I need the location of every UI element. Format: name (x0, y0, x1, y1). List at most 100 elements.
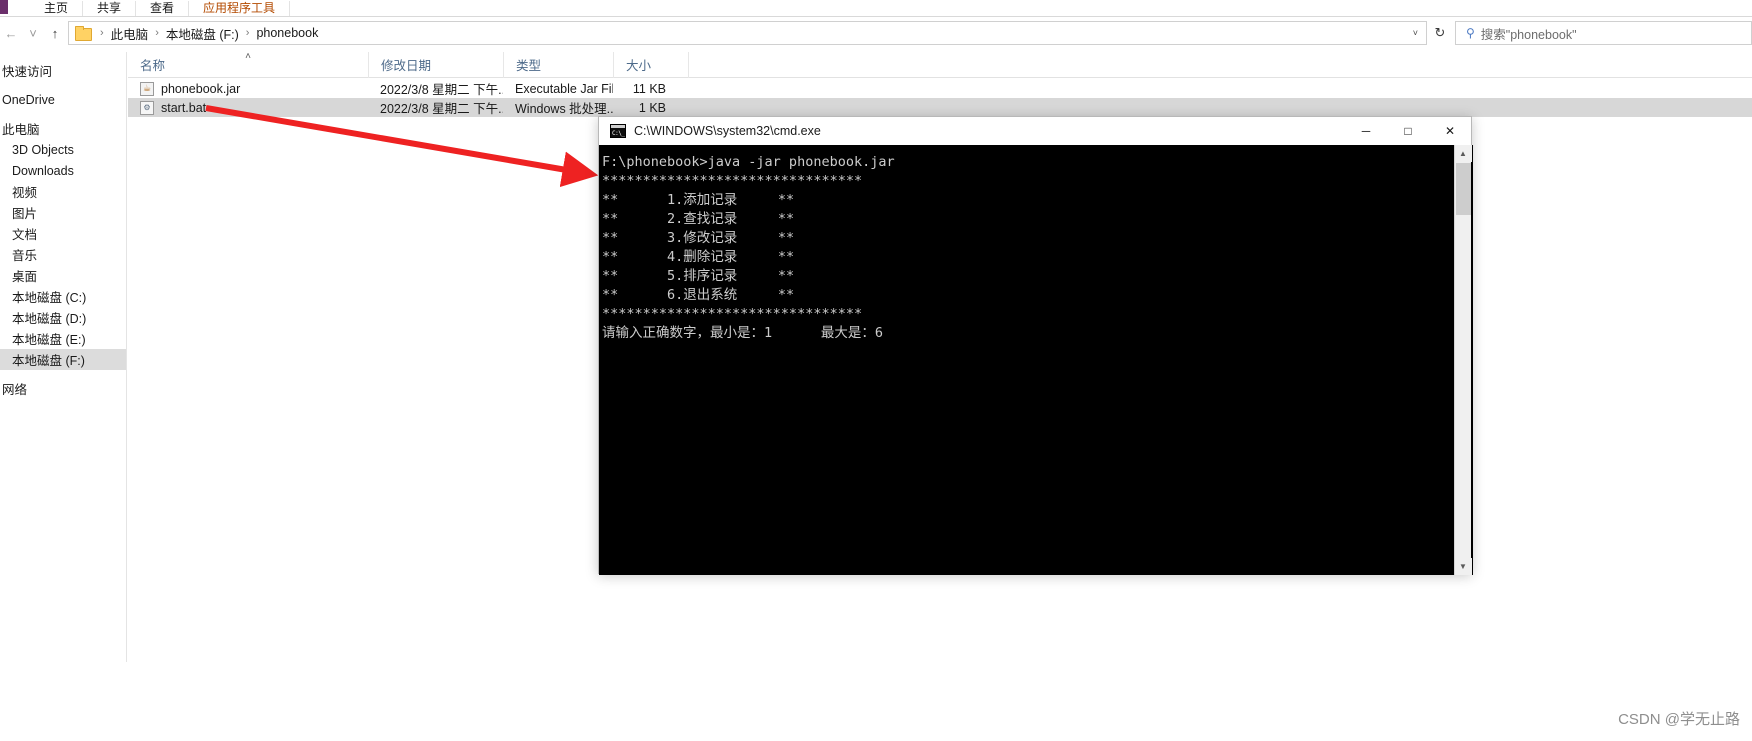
sidebar-item-label: 本地磁盘 (D:) (12, 312, 87, 326)
console-line: ** 2.查找记录 ** (602, 211, 795, 227)
sidebar-item-videos[interactable]: 视频 (0, 181, 126, 202)
console-line: 请输入正确数字，最小是：1 最大是：6 (602, 325, 884, 341)
up-button[interactable]: ↑ (44, 20, 66, 46)
breadcrumb-phonebook[interactable]: phonebook (254, 26, 320, 40)
file-name-cell[interactable]: ⚙ start.bat (128, 98, 368, 117)
ribbon-tab-share[interactable]: 共享 (83, 1, 137, 16)
minimize-button[interactable]: ─ (1345, 117, 1387, 145)
search-input[interactable]: ⚲ 搜索"phonebook" (1455, 21, 1752, 45)
column-header-name[interactable]: ˄ 名称 (128, 50, 368, 78)
sidebar-item-this-pc[interactable]: 此电脑 (0, 118, 126, 139)
console-line: ** 1.添加记录 ** (602, 192, 795, 208)
sidebar-item-onedrive[interactable]: OneDrive (0, 89, 126, 110)
sidebar-item-label: 本地磁盘 (E:) (12, 333, 86, 347)
scroll-down-button[interactable]: ▼ (1454, 558, 1472, 575)
breadcrumb-this-pc[interactable]: 此电脑 (109, 24, 151, 43)
sidebar-item-label: OneDrive (2, 92, 55, 107)
breadcrumb-separator: › (100, 27, 104, 39)
console-line: F:\phonebook>java -jar phonebook.jar (602, 154, 895, 170)
sidebar-item-3d-objects[interactable]: 3D Objects (0, 139, 126, 160)
sidebar-item-documents[interactable]: 文档 (0, 223, 126, 244)
address-bar-row: ← ˅ ↑ › 此电脑 › 本地磁盘 (F:) › phonebook ˅ ↻ … (0, 18, 1752, 48)
file-type-cell: Windows 批处理... (515, 102, 613, 116)
column-header-size-label: 大小 (626, 59, 652, 73)
sidebar-item-label: 3D Objects (12, 142, 74, 157)
scrollbar-thumb[interactable] (1456, 163, 1471, 215)
table-row[interactable]: ⚙ start.bat 2022/3/8 星期二 下午... Windows 批… (128, 98, 1752, 117)
sidebar-item-quick-access[interactable]: 快速访问 (0, 60, 126, 81)
breadcrumb-separator: › (245, 27, 250, 39)
sidebar-item-label: 网络 (2, 383, 28, 397)
file-list-column-headers: ˄ 名称 修改日期 类型 大小 (128, 50, 1752, 78)
scroll-up-button[interactable]: ▲ (1454, 145, 1472, 162)
sidebar-item-music[interactable]: 音乐 (0, 244, 126, 265)
console-line: ** 3.修改记录 ** (602, 230, 795, 246)
cmd-title-text: C:\WINDOWS\system32\cmd.exe (634, 124, 821, 138)
file-modified-cell: 2022/3/8 星期二 下午... (380, 102, 503, 116)
sidebar-item-label: 图片 (12, 207, 38, 221)
console-line: ** 4.删除记录 ** (602, 249, 795, 265)
column-header-spacer (688, 51, 888, 78)
sidebar-item-drive-d[interactable]: 本地磁盘 (D:) (0, 307, 126, 328)
ribbon-tab-strip: 主页 共享 查看 应用程序工具 (0, 0, 1752, 17)
sidebar-item-label: 此电脑 (2, 123, 40, 137)
recent-locations-button[interactable]: ˅ (22, 20, 44, 46)
cmd-console-body[interactable]: F:\phonebook>java -jar phonebook.jar ***… (599, 145, 1473, 575)
sidebar-item-drive-f[interactable]: 本地磁盘 (F:) (0, 349, 126, 370)
file-type-cell: Executable Jar File (515, 81, 613, 96)
ribbon-tab-home[interactable]: 主页 (30, 1, 84, 16)
column-header-modified[interactable]: 修改日期 (368, 51, 503, 78)
file-modified-cell: 2022/3/8 星期二 下午... (380, 83, 503, 97)
close-button[interactable]: ✕ (1429, 117, 1471, 145)
file-name-label: phonebook.jar (161, 81, 241, 96)
address-breadcrumb-bar[interactable]: › 此电脑 › 本地磁盘 (F:) › phonebook ˅ (68, 21, 1427, 45)
back-button[interactable]: ← (0, 20, 22, 46)
sidebar-item-label: 音乐 (12, 249, 38, 263)
console-line: ** 6.退出系统 ** (602, 287, 795, 303)
column-header-type[interactable]: 类型 (503, 51, 613, 78)
sidebar-item-label: 文档 (12, 228, 38, 242)
sidebar-item-label: 本地磁盘 (C:) (12, 291, 87, 305)
sidebar-item-network[interactable]: 网络 (0, 378, 126, 399)
ribbon-tab-view[interactable]: 查看 (136, 1, 190, 16)
column-header-modified-label: 修改日期 (381, 59, 432, 73)
search-icon: ⚲ (1466, 26, 1475, 40)
sidebar-item-label: 快速访问 (2, 65, 53, 79)
sort-ascending-icon: ˄ (245, 50, 251, 62)
cmd-icon-label: C:\_ (612, 130, 625, 137)
sidebar-item-drive-e[interactable]: 本地磁盘 (E:) (0, 328, 126, 349)
breadcrumb-drive-f[interactable]: 本地磁盘 (F:) (164, 24, 241, 43)
ribbon-tab-application-tools[interactable]: 应用程序工具 (189, 1, 291, 16)
file-name-label: start.bat (161, 100, 207, 115)
breadcrumb-separator: › (155, 27, 159, 39)
cmd-title-bar[interactable]: C:\_ C:\WINDOWS\system32\cmd.exe ─ □ ✕ (599, 117, 1471, 145)
ribbon-accent-bar (0, 0, 8, 14)
table-row[interactable]: ☕ phonebook.jar 2022/3/8 星期二 下午... Execu… (128, 79, 1752, 98)
sidebar-item-label: 桌面 (12, 270, 38, 284)
sidebar-item-pictures[interactable]: 图片 (0, 202, 126, 223)
search-placeholder: 搜索"phonebook" (1480, 27, 1577, 42)
navigation-sidebar: 快速访问 OneDrive 此电脑 3D Objects Downloads 视… (0, 52, 127, 662)
refresh-button[interactable]: ↻ (1427, 21, 1453, 45)
file-name-cell[interactable]: ☕ phonebook.jar (128, 79, 368, 98)
command-prompt-window: C:\_ C:\WINDOWS\system32\cmd.exe ─ □ ✕ F… (598, 116, 1473, 575)
file-size-cell: 1 KB (638, 100, 666, 115)
sidebar-item-label: 本地磁盘 (F:) (12, 354, 85, 368)
console-line: ** 5.排序记录 ** (602, 268, 795, 284)
cmd-icon: C:\_ (610, 124, 626, 138)
sidebar-item-drive-c[interactable]: 本地磁盘 (C:) (0, 286, 126, 307)
column-header-type-label: 类型 (516, 59, 542, 73)
batch-file-icon: ⚙ (140, 100, 154, 115)
window-controls: ─ □ ✕ (1345, 117, 1471, 145)
sidebar-item-downloads[interactable]: Downloads (0, 160, 126, 181)
sidebar-item-desktop[interactable]: 桌面 (0, 265, 126, 286)
cmd-scrollbar[interactable]: ▲ ▼ (1454, 145, 1472, 575)
console-line: ******************************** (602, 173, 863, 189)
cmd-console-text: F:\phonebook>java -jar phonebook.jar ***… (602, 153, 1453, 343)
folder-icon (75, 25, 92, 41)
chevron-down-icon[interactable]: ˅ (1413, 28, 1426, 38)
sidebar-item-label: Downloads (12, 163, 74, 178)
file-size-cell: 11 KB (632, 81, 666, 96)
column-header-size[interactable]: 大小 (613, 51, 688, 78)
maximize-button[interactable]: □ (1387, 117, 1429, 145)
